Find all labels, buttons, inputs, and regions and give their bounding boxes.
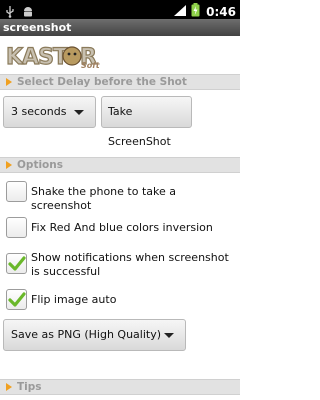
fix-colors-label: Fix Red And blue colors inversion	[31, 221, 213, 234]
tips-section-header: Tips	[0, 379, 240, 395]
option-row-shake[interactable]: Shake the phone to take a screenshot	[0, 180, 240, 212]
kastor-soft-logo: KAST R Soft	[5, 40, 105, 74]
svg-text:Soft: Soft	[81, 61, 101, 70]
delay-value: 3 seconds	[11, 105, 67, 118]
check-mark-icon	[8, 256, 26, 271]
options-section-title: Options	[17, 159, 63, 171]
section-arrow-icon	[6, 383, 12, 391]
section-arrow-icon	[6, 161, 12, 169]
option-row-fix-colors[interactable]: Fix Red And blue colors inversion	[0, 216, 240, 240]
tips-section-title: Tips	[17, 381, 42, 393]
logo-row: KAST R Soft	[0, 36, 240, 74]
option-row-flip[interactable]: Flip image auto	[0, 288, 240, 312]
shake-label: Shake the phone to take a screenshot	[31, 185, 176, 212]
fix-colors-checkbox[interactable]	[6, 217, 27, 238]
options-section-header: Options	[0, 157, 240, 173]
take-screenshot-button[interactable]: Take ScreenShot	[101, 96, 192, 148]
clock: 0:46	[206, 4, 236, 19]
dropdown-arrow-icon	[74, 110, 84, 115]
notifications-checkbox[interactable]	[6, 253, 27, 274]
check-mark-icon	[8, 292, 26, 307]
flip-label: Flip image auto	[31, 293, 117, 306]
svg-text:KAST: KAST	[6, 45, 68, 70]
delay-spinner[interactable]: 3 seconds	[3, 96, 96, 128]
shake-checkbox[interactable]	[6, 181, 27, 202]
notifications-label: Show notifications when screenshot is su…	[31, 251, 229, 278]
format-spinner[interactable]: Save as PNG (High Quality)	[3, 319, 186, 351]
app-title: screenshot	[0, 19, 240, 36]
delay-section-title: Select Delay before the Shot	[17, 76, 187, 88]
status-bar: 0:46	[0, 0, 240, 19]
delay-section-header: Select Delay before the Shot	[0, 74, 240, 90]
option-row-notifications[interactable]: Show notifications when screenshot is su…	[0, 250, 240, 280]
dropdown-arrow-icon	[164, 333, 174, 338]
section-arrow-icon	[6, 78, 12, 86]
flip-checkbox[interactable]	[6, 289, 27, 310]
format-value: Save as PNG (High Quality)	[11, 328, 162, 341]
